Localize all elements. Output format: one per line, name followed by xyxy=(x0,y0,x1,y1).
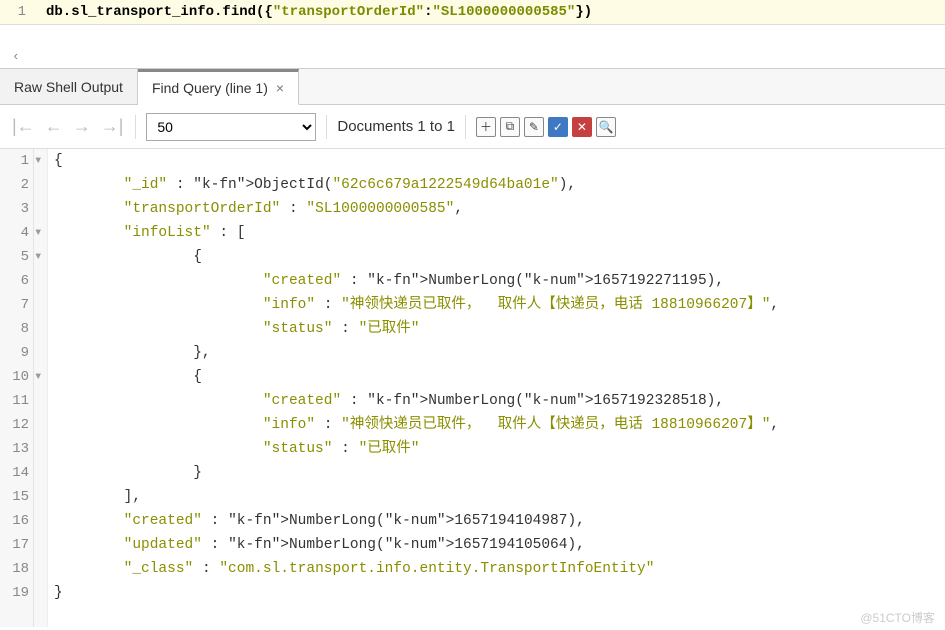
document-count-label: Documents 1 to 1 xyxy=(337,118,455,135)
limit-select[interactable]: 50 xyxy=(146,113,316,141)
gutter-line-numbers: 12345678910111213141516171819 xyxy=(0,149,34,627)
toolbar-divider xyxy=(135,115,136,139)
toolbar-divider xyxy=(326,115,327,139)
result-code[interactable]: { "_id" : "k-fn">ObjectId("62c6c679a1222… xyxy=(48,149,945,627)
result-tabs: Raw Shell Output Find Query (line 1) × xyxy=(0,69,945,105)
results-toolbar: |← ← → →| 50 Documents 1 to 1 ＋ ⧉ ✎ ✓ ✕ … xyxy=(0,105,945,149)
nav-last-icon[interactable]: →| xyxy=(99,116,126,137)
query-line-number: 1 xyxy=(0,4,32,20)
tab-raw-label: Raw Shell Output xyxy=(14,79,123,95)
nav-prev-icon[interactable]: ← xyxy=(43,116,65,137)
nav-arrow-group: |← ← → →| xyxy=(10,116,125,137)
tab-find-query[interactable]: Find Query (line 1) × xyxy=(138,69,299,105)
close-icon[interactable]: × xyxy=(276,80,284,96)
query-editor[interactable]: 1 db.sl_transport_info.find({"transportO… xyxy=(0,0,945,25)
query-prefix: db.sl_transport_info.find xyxy=(46,4,256,20)
query-value: "SL1000000000585" xyxy=(433,4,576,20)
validate-icon[interactable]: ✓ xyxy=(548,117,568,137)
edit-document-icon[interactable]: ✎ xyxy=(524,117,544,137)
inspect-document-icon[interactable]: 🔍 xyxy=(596,117,616,137)
query-key: "transportOrderId" xyxy=(273,4,424,20)
toolbar-icon-group: ＋ ⧉ ✎ ✓ ✕ 🔍 xyxy=(476,117,616,137)
delete-document-icon[interactable]: ✕ xyxy=(572,117,592,137)
fold-column: ▾▾▾▾ xyxy=(34,149,48,627)
copy-document-icon[interactable]: ⧉ xyxy=(500,117,520,137)
editor-scroll-strip: ‹ xyxy=(0,25,945,69)
tab-find-label: Find Query (line 1) xyxy=(152,80,268,96)
nav-first-icon[interactable]: |← xyxy=(10,116,37,137)
results-viewer[interactable]: 12345678910111213141516171819 ▾▾▾▾ { "_i… xyxy=(0,149,945,627)
open-punc: ({ xyxy=(256,4,273,20)
close-punc: }) xyxy=(575,4,592,20)
toolbar-divider xyxy=(465,115,466,139)
query-text[interactable]: db.sl_transport_info.find({"transportOrd… xyxy=(46,4,945,20)
tab-raw-shell-output[interactable]: Raw Shell Output xyxy=(0,69,138,104)
nav-next-icon[interactable]: → xyxy=(71,116,93,137)
colon-punc: : xyxy=(424,4,432,20)
add-document-icon[interactable]: ＋ xyxy=(476,117,496,137)
scroll-left-icon[interactable]: ‹ xyxy=(12,49,20,64)
